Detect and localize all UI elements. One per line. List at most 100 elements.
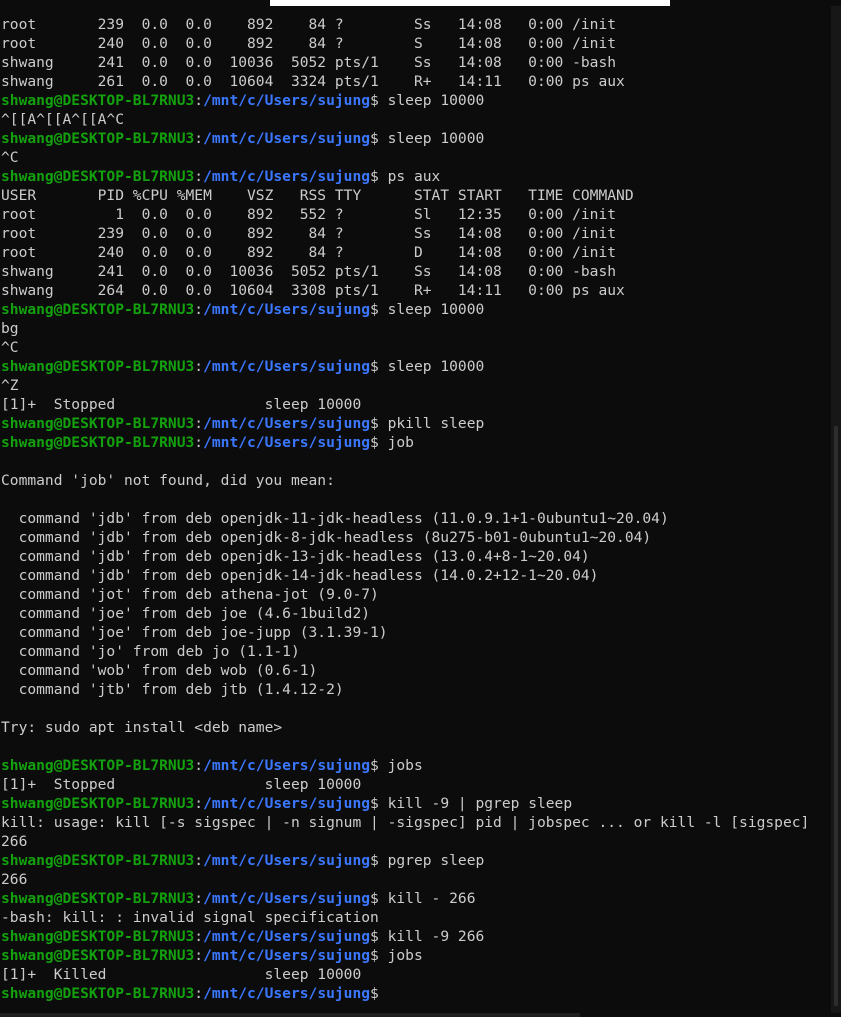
prompt-path: /mnt/c/Users/sujung: [203, 92, 371, 109]
command-text: jobs: [378, 757, 423, 774]
output-line: command 'jot' from deb athena-jot (9.0-7…: [1, 586, 379, 603]
terminal-output[interactable]: root 239 0.0 0.0 892 84 ? Ss 14:08 0:00 …: [1, 15, 831, 1003]
prompt-user-host: shwang@DESKTOP-BL7RNU3: [1, 168, 195, 185]
command-text: job: [378, 434, 414, 451]
output-line: root 239 0.0 0.0 892 84 ? Ss 14:08 0:00 …: [1, 16, 617, 33]
output-line: 266: [1, 833, 28, 850]
output-line: Command 'job' not found, did you mean:: [1, 472, 335, 489]
prompt-dollar: $: [370, 130, 379, 147]
prompt-dollar: $: [370, 415, 379, 432]
output-line: 266: [1, 871, 28, 888]
prompt-path: /mnt/c/Users/sujung: [203, 358, 371, 375]
prompt-colon: :: [194, 301, 204, 318]
prompt-line: shwang@DESKTOP-BL7RNU3:/mnt/c/Users/suju…: [1, 756, 831, 775]
command-text: sleep 10000: [378, 358, 485, 375]
output-line: command 'joe' from deb joe (4.6-1build2): [1, 605, 371, 622]
scrollbar[interactable]: [831, 6, 841, 1017]
prompt-colon: :: [194, 947, 204, 964]
prompt-colon: :: [194, 795, 204, 812]
prompt-path: /mnt/c/Users/sujung: [203, 795, 371, 812]
prompt-dollar: $: [370, 168, 379, 185]
output-line: root 240 0.0 0.0 892 84 ? S 14:08 0:00 /…: [1, 35, 617, 52]
prompt-path: /mnt/c/Users/sujung: [203, 168, 371, 185]
output-line: command 'jdb' from deb openjdk-14-jdk-he…: [1, 567, 599, 584]
window-bottom-strip: [0, 1013, 841, 1017]
command-text: kill -9 | pgrep sleep: [378, 795, 573, 812]
output-line: shwang 264 0.0 0.0 10604 3308 pts/1 R+ 1…: [1, 282, 625, 299]
prompt-dollar: $: [370, 757, 379, 774]
command-text: jobs: [378, 947, 423, 964]
prompt-dollar: $: [370, 795, 379, 812]
prompt-colon: :: [194, 757, 204, 774]
prompt-user-host: shwang@DESKTOP-BL7RNU3: [1, 434, 195, 451]
prompt-line: shwang@DESKTOP-BL7RNU3:/mnt/c/Users/suju…: [1, 129, 831, 148]
prompt-dollar: $: [370, 890, 379, 907]
window-top-strip: [0, 0, 841, 6]
output-line: command 'jtb' from deb jtb (1.4.12-2): [1, 681, 344, 698]
prompt-line: shwang@DESKTOP-BL7RNU3:/mnt/c/Users/suju…: [1, 300, 831, 319]
command-text: sleep 10000: [378, 130, 485, 147]
prompt-user-host: shwang@DESKTOP-BL7RNU3: [1, 928, 195, 945]
prompt-path: /mnt/c/Users/sujung: [203, 985, 371, 1002]
output-line: Try: sudo apt install <deb name>: [1, 719, 283, 736]
command-text: kill -9 266: [378, 928, 485, 945]
output-line: command 'jdb' from deb openjdk-11-jdk-he…: [1, 510, 669, 527]
prompt-colon: :: [194, 358, 204, 375]
prompt-path: /mnt/c/Users/sujung: [203, 852, 371, 869]
prompt-user-host: shwang@DESKTOP-BL7RNU3: [1, 985, 195, 1002]
prompt-user-host: shwang@DESKTOP-BL7RNU3: [1, 795, 195, 812]
output-line: ^C: [1, 149, 19, 166]
prompt-path: /mnt/c/Users/sujung: [203, 130, 371, 147]
command-text: sleep 10000: [378, 92, 485, 109]
output-line: -bash: kill: : invalid signal specificat…: [1, 909, 379, 926]
prompt-line: shwang@DESKTOP-BL7RNU3:/mnt/c/Users/suju…: [1, 794, 831, 813]
prompt-line: shwang@DESKTOP-BL7RNU3:/mnt/c/Users/suju…: [1, 851, 831, 870]
prompt-dollar: $: [370, 358, 379, 375]
output-line: [1]+ Stopped sleep 10000: [1, 776, 362, 793]
output-line: bg: [1, 320, 19, 337]
prompt-colon: :: [194, 92, 204, 109]
output-line: command 'wob' from deb wob (0.6-1): [1, 662, 318, 679]
output-line: root 239 0.0 0.0 892 84 ? Ss 14:08 0:00 …: [1, 225, 617, 242]
prompt-user-host: shwang@DESKTOP-BL7RNU3: [1, 358, 195, 375]
prompt-colon: :: [194, 168, 204, 185]
prompt-dollar: $: [370, 852, 379, 869]
prompt-colon: :: [194, 928, 204, 945]
output-line: [1]+ Killed sleep 10000: [1, 966, 362, 983]
output-line: shwang 261 0.0 0.0 10604 3324 pts/1 R+ 1…: [1, 73, 625, 90]
prompt-dollar: $: [370, 301, 379, 318]
prompt-line: shwang@DESKTOP-BL7RNU3:/mnt/c/Users/suju…: [1, 946, 831, 965]
prompt-dollar: $: [370, 928, 379, 945]
prompt-colon: :: [194, 434, 204, 451]
output-line: root 240 0.0 0.0 892 84 ? D 14:08 0:00 /…: [1, 244, 617, 261]
prompt-user-host: shwang@DESKTOP-BL7RNU3: [1, 852, 195, 869]
prompt-colon: :: [194, 890, 204, 907]
window-tab-highlight: [270, 0, 670, 6]
scrollbar-thumb[interactable]: [834, 426, 838, 1006]
prompt-colon: :: [194, 415, 204, 432]
prompt-line: shwang@DESKTOP-BL7RNU3:/mnt/c/Users/suju…: [1, 91, 831, 110]
prompt-colon: :: [194, 852, 204, 869]
prompt-line: shwang@DESKTOP-BL7RNU3:/mnt/c/Users/suju…: [1, 414, 831, 433]
output-line: command 'joe' from deb joe-jupp (3.1.39-…: [1, 624, 388, 641]
prompt-user-host: shwang@DESKTOP-BL7RNU3: [1, 890, 195, 907]
output-line: USER PID %CPU %MEM VSZ RSS TTY STAT STAR…: [1, 187, 634, 204]
prompt-dollar: $: [370, 92, 379, 109]
prompt-user-host: shwang@DESKTOP-BL7RNU3: [1, 130, 195, 147]
output-line: root 1 0.0 0.0 892 552 ? Sl 12:35 0:00 /…: [1, 206, 617, 223]
output-line: ^Z: [1, 377, 19, 394]
output-line: command 'jo' from deb jo (1.1-1): [1, 643, 300, 660]
prompt-colon: :: [194, 985, 204, 1002]
prompt-line: shwang@DESKTOP-BL7RNU3:/mnt/c/Users/suju…: [1, 889, 831, 908]
prompt-dollar: $: [370, 947, 379, 964]
output-line: shwang 241 0.0 0.0 10036 5052 pts/1 Ss 1…: [1, 54, 617, 71]
prompt-path: /mnt/c/Users/sujung: [203, 890, 371, 907]
prompt-user-host: shwang@DESKTOP-BL7RNU3: [1, 415, 195, 432]
output-line: ^C: [1, 339, 19, 356]
prompt-user-host: shwang@DESKTOP-BL7RNU3: [1, 947, 195, 964]
prompt-path: /mnt/c/Users/sujung: [203, 947, 371, 964]
prompt-dollar: $: [370, 434, 379, 451]
